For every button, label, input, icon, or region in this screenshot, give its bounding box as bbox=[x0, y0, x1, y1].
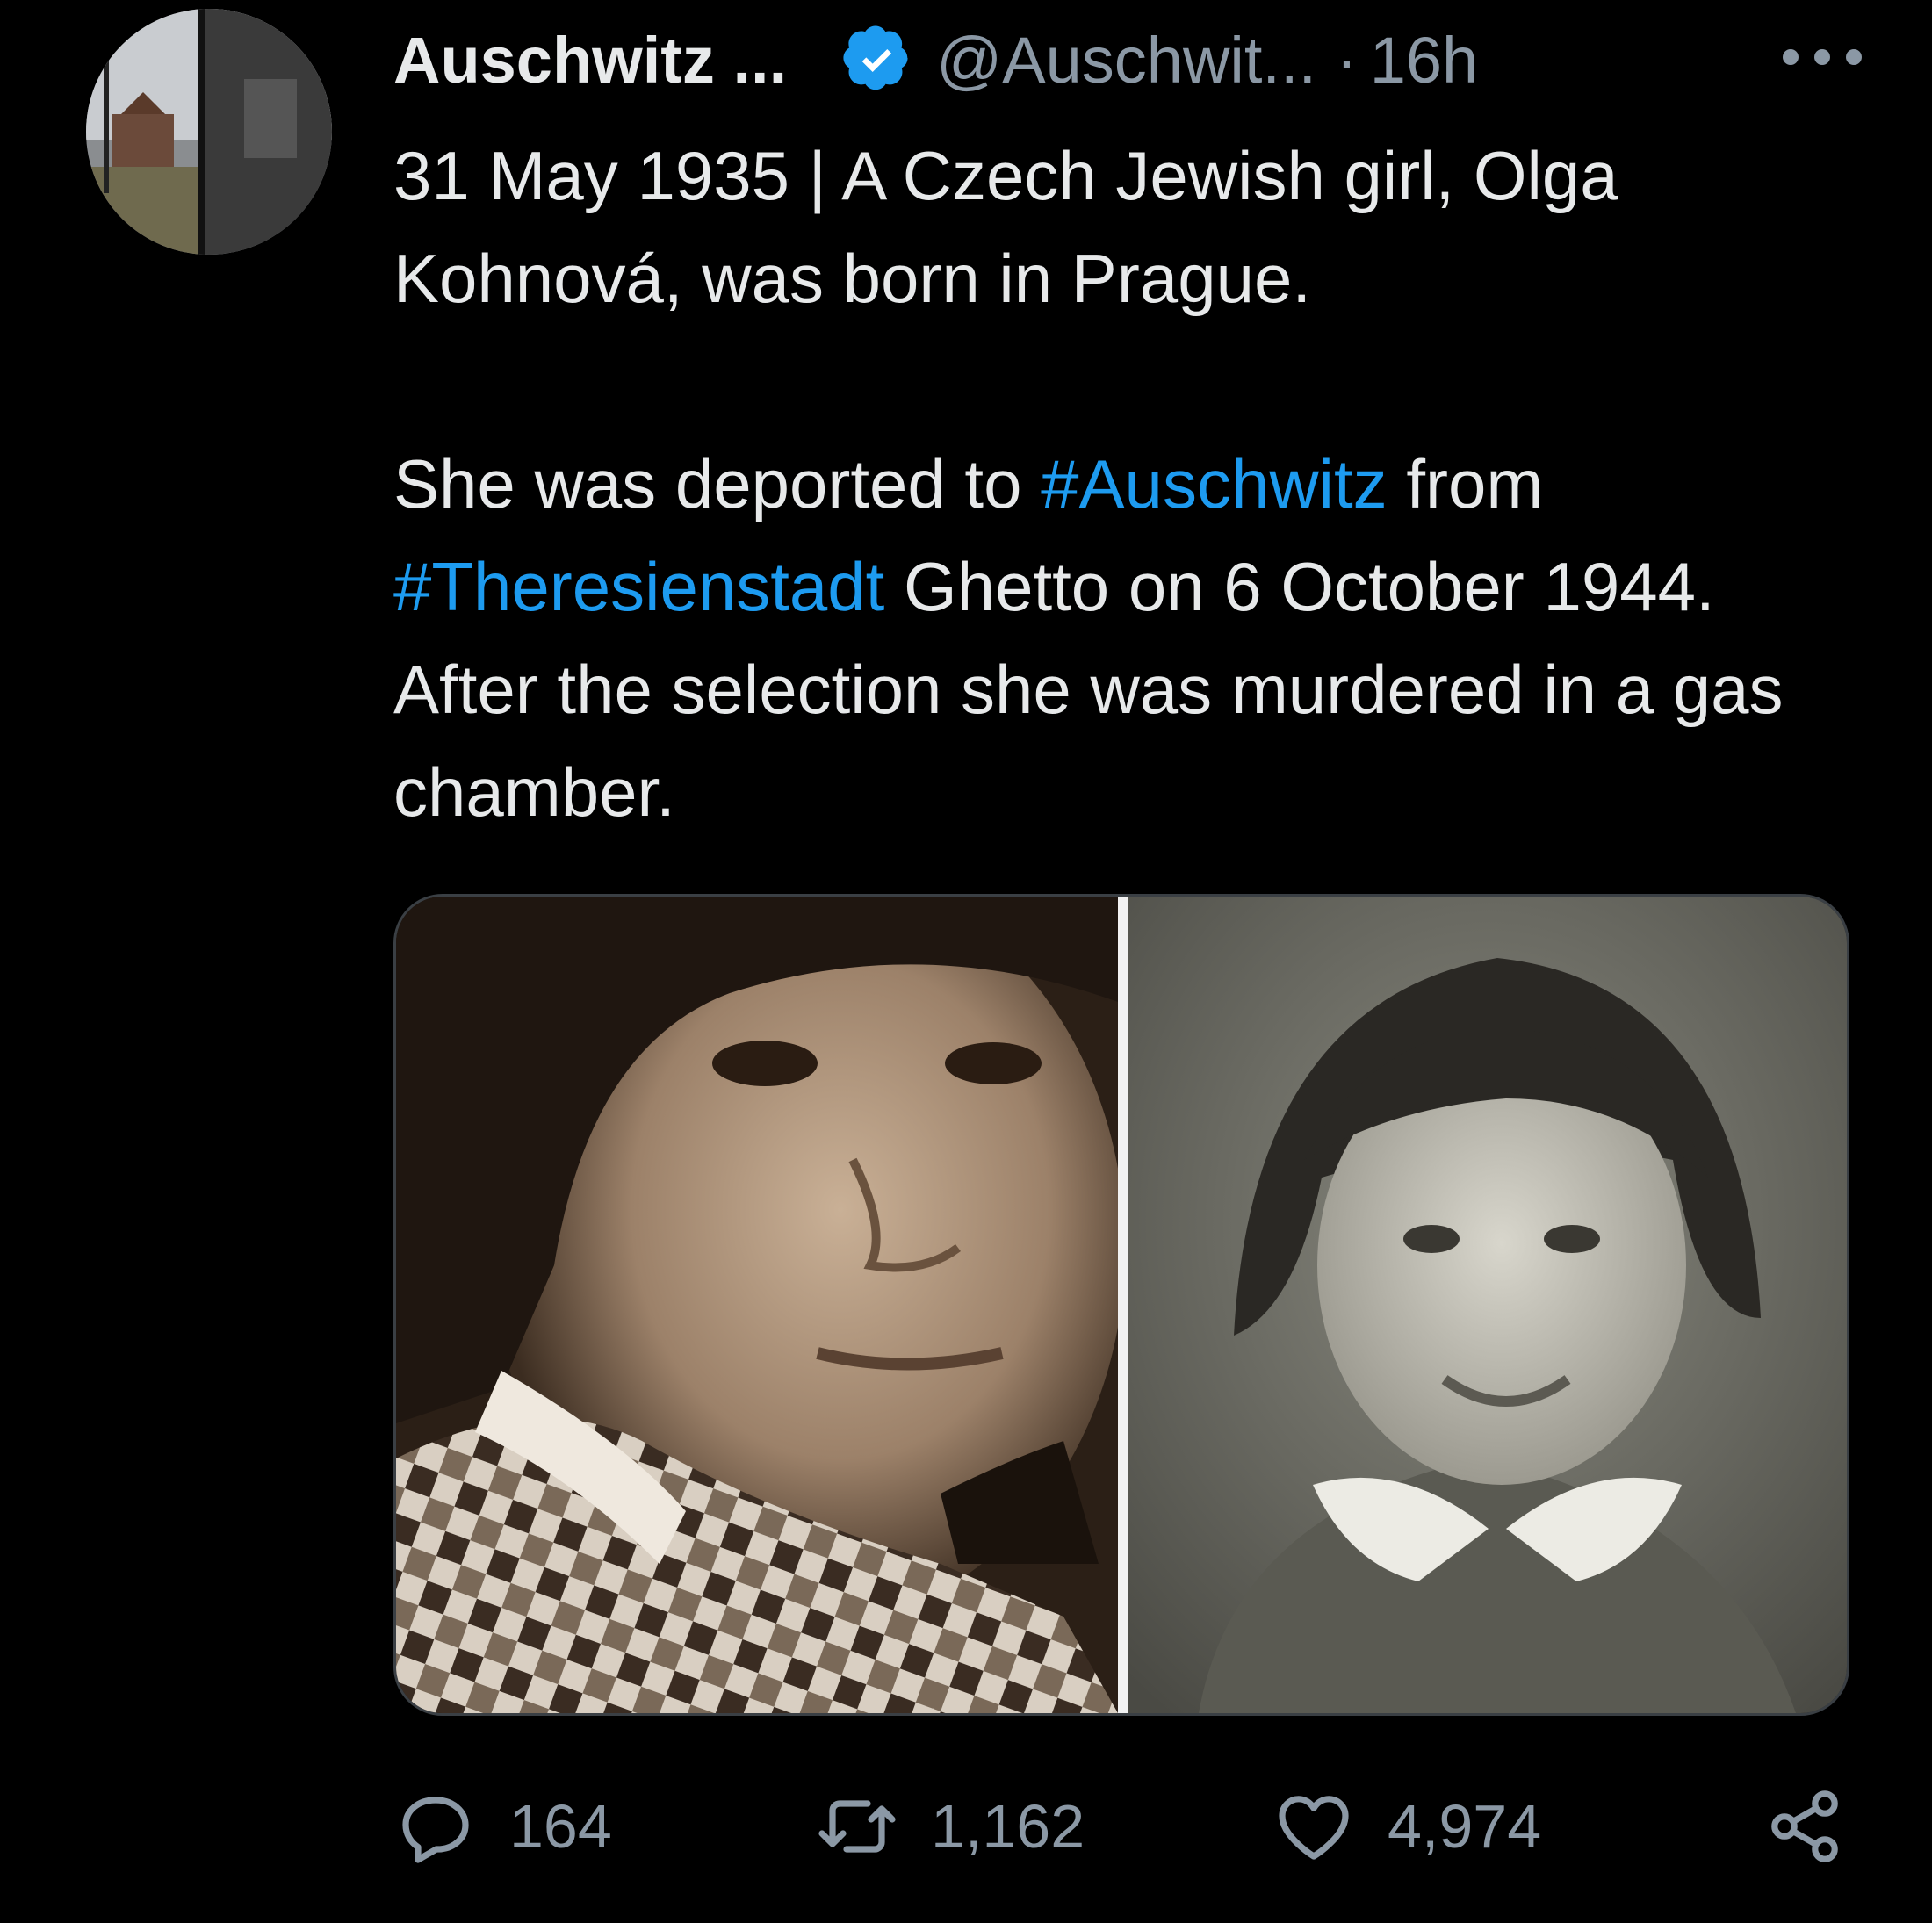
reply-icon bbox=[402, 1797, 469, 1863]
photo-left[interactable] bbox=[396, 897, 1128, 1713]
tweet-media[interactable] bbox=[393, 894, 1849, 1716]
display-name[interactable]: Auschwitz ... bbox=[393, 23, 787, 97]
reply-button[interactable]: 164 bbox=[393, 1787, 612, 1866]
retweet-button[interactable]: 1,162 bbox=[815, 1787, 1085, 1866]
like-count: 4,974 bbox=[1388, 1792, 1542, 1861]
more-options-icon[interactable] bbox=[1783, 26, 1862, 88]
hashtag-theresienstadt[interactable]: #Theresienstadt bbox=[393, 548, 884, 625]
text-segment: from bbox=[1387, 445, 1544, 522]
timestamp[interactable]: 16h bbox=[1370, 23, 1478, 97]
portrait-sepia-image bbox=[396, 897, 1118, 1713]
heart-icon bbox=[1279, 1796, 1349, 1860]
share-button[interactable] bbox=[1763, 1787, 1848, 1866]
retweet-count: 1,162 bbox=[931, 1792, 1085, 1861]
hashtag-auschwitz[interactable]: #Auschwitz bbox=[1041, 445, 1388, 522]
separator-dot: · bbox=[1336, 23, 1358, 97]
avatar-image bbox=[86, 9, 332, 255]
retweet-icon bbox=[818, 1800, 896, 1853]
tweet-text: 31 May 1935 | A Czech Jewish girl, Olga … bbox=[393, 125, 1851, 844]
tweet-actions: 164 1,162 4,974 bbox=[393, 1787, 1838, 1866]
tweet-paragraph-2: She was deported to #Auschwitz from #The… bbox=[393, 433, 1851, 844]
photo-right[interactable] bbox=[1128, 897, 1847, 1713]
like-button[interactable]: 4,974 bbox=[1272, 1787, 1541, 1866]
reply-count: 164 bbox=[509, 1792, 612, 1861]
avatar[interactable] bbox=[86, 9, 332, 255]
tweet[interactable]: Auschwitz ... @Auschwit... · 16h 31 May … bbox=[0, 0, 1932, 1923]
tweet-header: Auschwitz ... @Auschwit... · 16h bbox=[393, 16, 1862, 104]
verified-badge-icon[interactable] bbox=[843, 25, 913, 95]
text-segment: She was deported to bbox=[393, 445, 1042, 522]
handle[interactable]: @Auschwit... bbox=[936, 23, 1316, 97]
share-icon bbox=[1771, 1790, 1838, 1862]
portrait-grey-image bbox=[1128, 897, 1847, 1713]
tweet-paragraph-1: 31 May 1935 | A Czech Jewish girl, Olga … bbox=[393, 137, 1618, 317]
